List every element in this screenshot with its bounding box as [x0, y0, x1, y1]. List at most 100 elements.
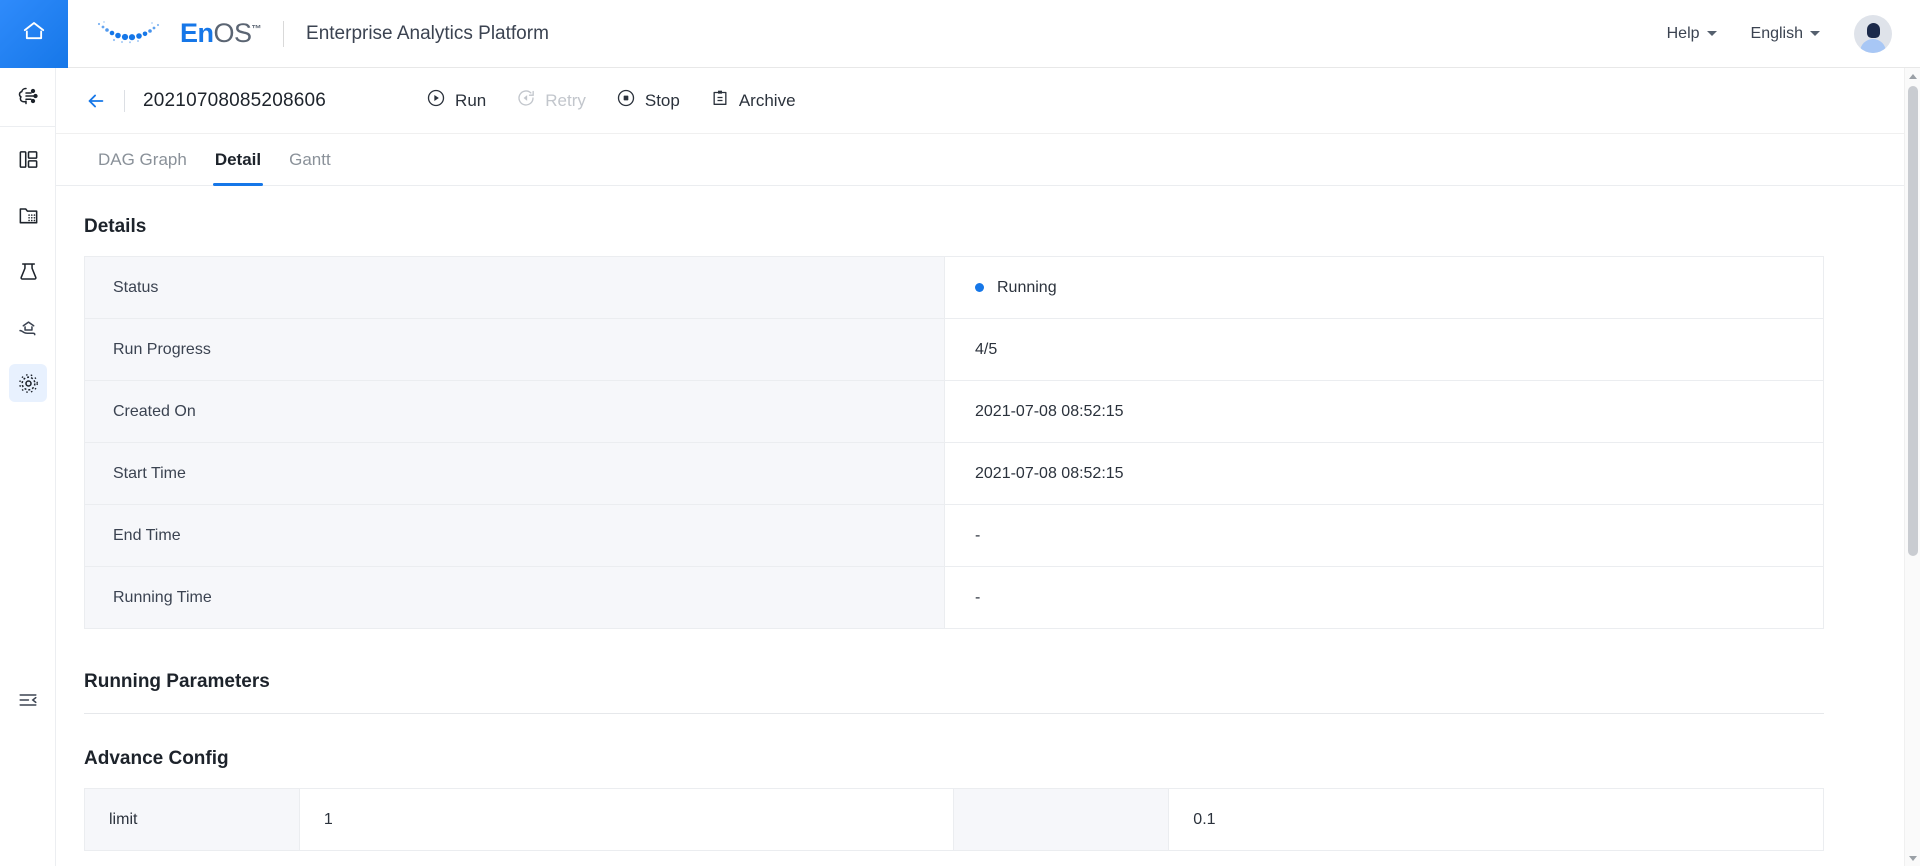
run-button[interactable]: Run [426, 88, 486, 113]
config-key-2 [953, 788, 1170, 851]
tab-detail[interactable]: Detail [201, 134, 275, 186]
chevron-down-icon [1810, 31, 1820, 36]
sidebar-item-dashboard[interactable] [0, 131, 56, 187]
run-label: Run [455, 90, 487, 110]
enos-logo[interactable]: EnOS™ [92, 15, 262, 52]
table-row: Created On 2021-07-08 08:52:15 [84, 380, 1824, 443]
home-button[interactable] [0, 0, 68, 68]
sidebar-item-data-folder[interactable] [0, 187, 56, 243]
ai-model-icon [9, 77, 47, 115]
stop-button[interactable]: Stop [616, 88, 680, 113]
detail-value: - [944, 504, 1824, 567]
avatar[interactable] [1854, 14, 1892, 53]
sidebar-item-lab[interactable] [0, 243, 56, 299]
enos-tm-text: ™ [251, 24, 262, 35]
scroll-up-arrow-icon[interactable] [1905, 68, 1920, 84]
brand-divider [283, 20, 285, 47]
detail-key: Run Progress [84, 318, 945, 381]
service-hand-icon [9, 308, 47, 346]
detail-key: Start Time [84, 442, 945, 505]
language-label: English [1750, 24, 1803, 42]
archive-button[interactable]: Archive [710, 88, 796, 113]
toolbar-actions: Run Retry Stop Archive [426, 88, 796, 113]
detail-value: 4/5 [944, 318, 1824, 381]
play-circle-icon [426, 88, 446, 113]
advance-config-title: Advance Config [84, 748, 229, 769]
back-arrow-icon[interactable] [84, 89, 108, 113]
details-section-title: Details [84, 216, 147, 237]
avatar-head-shape [1866, 22, 1880, 38]
home-icon [21, 18, 47, 49]
table-row: limit 1 0.1 [84, 788, 1824, 851]
scrollbar-thumb[interactable] [1908, 86, 1918, 556]
vertical-scrollbar[interactable] [1904, 68, 1920, 866]
archive-label: Archive [738, 90, 796, 110]
tab-gantt[interactable]: Gantt [275, 134, 345, 185]
detail-value: 2021-07-08 08:52:15 [944, 380, 1824, 443]
detail-key: Status [84, 256, 945, 319]
dashboard-icon [9, 140, 47, 178]
detail-scroll-region: Details Status Running Run Progress 4/5 [56, 186, 1920, 866]
detail-value: Running [944, 256, 1824, 319]
detail-value: 2021-07-08 08:52:15 [944, 442, 1824, 505]
collapse-menu-icon [17, 689, 39, 716]
help-menu[interactable]: Help [1667, 25, 1717, 43]
toolbar-divider [124, 89, 125, 112]
settings-gear-icon [9, 364, 47, 402]
config-value-1: 1 [299, 788, 955, 851]
scroll-down-arrow-icon[interactable] [1905, 850, 1920, 866]
table-row: Start Time 2021-07-08 08:52:15 [84, 442, 1824, 505]
enos-wordmark: EnOS™ [180, 18, 262, 49]
data-folder-icon [9, 196, 47, 234]
enos-swoosh-icon [92, 15, 174, 52]
table-row: Running Time - [84, 566, 1824, 629]
sidebar-item-settings[interactable] [0, 355, 56, 411]
avatar-body-shape [1860, 38, 1886, 53]
stop-label: Stop [644, 90, 680, 110]
language-menu[interactable]: English [1751, 25, 1820, 43]
tab-dag-graph[interactable]: DAG Graph [84, 134, 201, 185]
detail-key: Created On [84, 380, 945, 443]
retry-label: Retry [545, 90, 586, 110]
running-parameters-divider [84, 713, 1824, 714]
top-right-controls: Help English [1667, 14, 1920, 53]
retry-circle-icon [516, 88, 536, 113]
page-toolbar: 20210708085208606 Run Retry Stop Archive [56, 68, 1920, 134]
enos-en-text: En [180, 18, 214, 48]
detail-value: - [944, 566, 1824, 629]
run-id-title: 20210708085208606 [143, 89, 327, 111]
tab-detail-label: Detail [214, 149, 262, 169]
help-label: Help [1666, 24, 1700, 42]
archive-box-icon [710, 88, 730, 113]
table-row: Status Running [84, 256, 1824, 319]
tab-dag-graph-label: DAG Graph [98, 149, 187, 169]
table-row: Run Progress 4/5 [84, 318, 1824, 381]
sidebar-collapse-button[interactable] [0, 689, 56, 716]
lab-flask-icon [9, 252, 47, 290]
product-title: Enterprise Analytics Platform [306, 22, 549, 44]
left-navigation-rail [0, 68, 56, 866]
rail-divider [0, 126, 55, 127]
main-content-area: 20210708085208606 Run Retry Stop Archive… [56, 68, 1920, 866]
tab-gantt-label: Gantt [289, 149, 331, 169]
enos-os-text: OS [213, 18, 253, 48]
tab-bar: DAG Graph Detail Gantt [56, 134, 1920, 186]
running-parameters-title: Running Parameters [84, 671, 270, 692]
chevron-down-icon [1706, 31, 1717, 36]
status-badge: Running [975, 279, 1823, 297]
config-key-1: limit [84, 788, 300, 851]
table-row: End Time - [84, 504, 1824, 567]
stop-circle-icon [616, 88, 636, 113]
retry-button: Retry [516, 88, 586, 113]
sidebar-item-ai-model[interactable] [0, 68, 56, 124]
details-table: Status Running Run Progress 4/5 Created … [84, 256, 1824, 629]
advance-config-table: limit 1 0.1 [84, 788, 1824, 851]
top-header-bar: EnOS™ Enterprise Analytics Platform Help… [0, 0, 1920, 68]
detail-key: Running Time [84, 566, 945, 629]
status-text: Running [997, 278, 1057, 296]
brand-area: EnOS™ Enterprise Analytics Platform [68, 0, 549, 68]
status-dot-icon [975, 283, 984, 292]
sidebar-item-service[interactable] [0, 299, 56, 355]
detail-key: End Time [84, 504, 945, 567]
config-value-2: 0.1 [1168, 788, 1824, 851]
